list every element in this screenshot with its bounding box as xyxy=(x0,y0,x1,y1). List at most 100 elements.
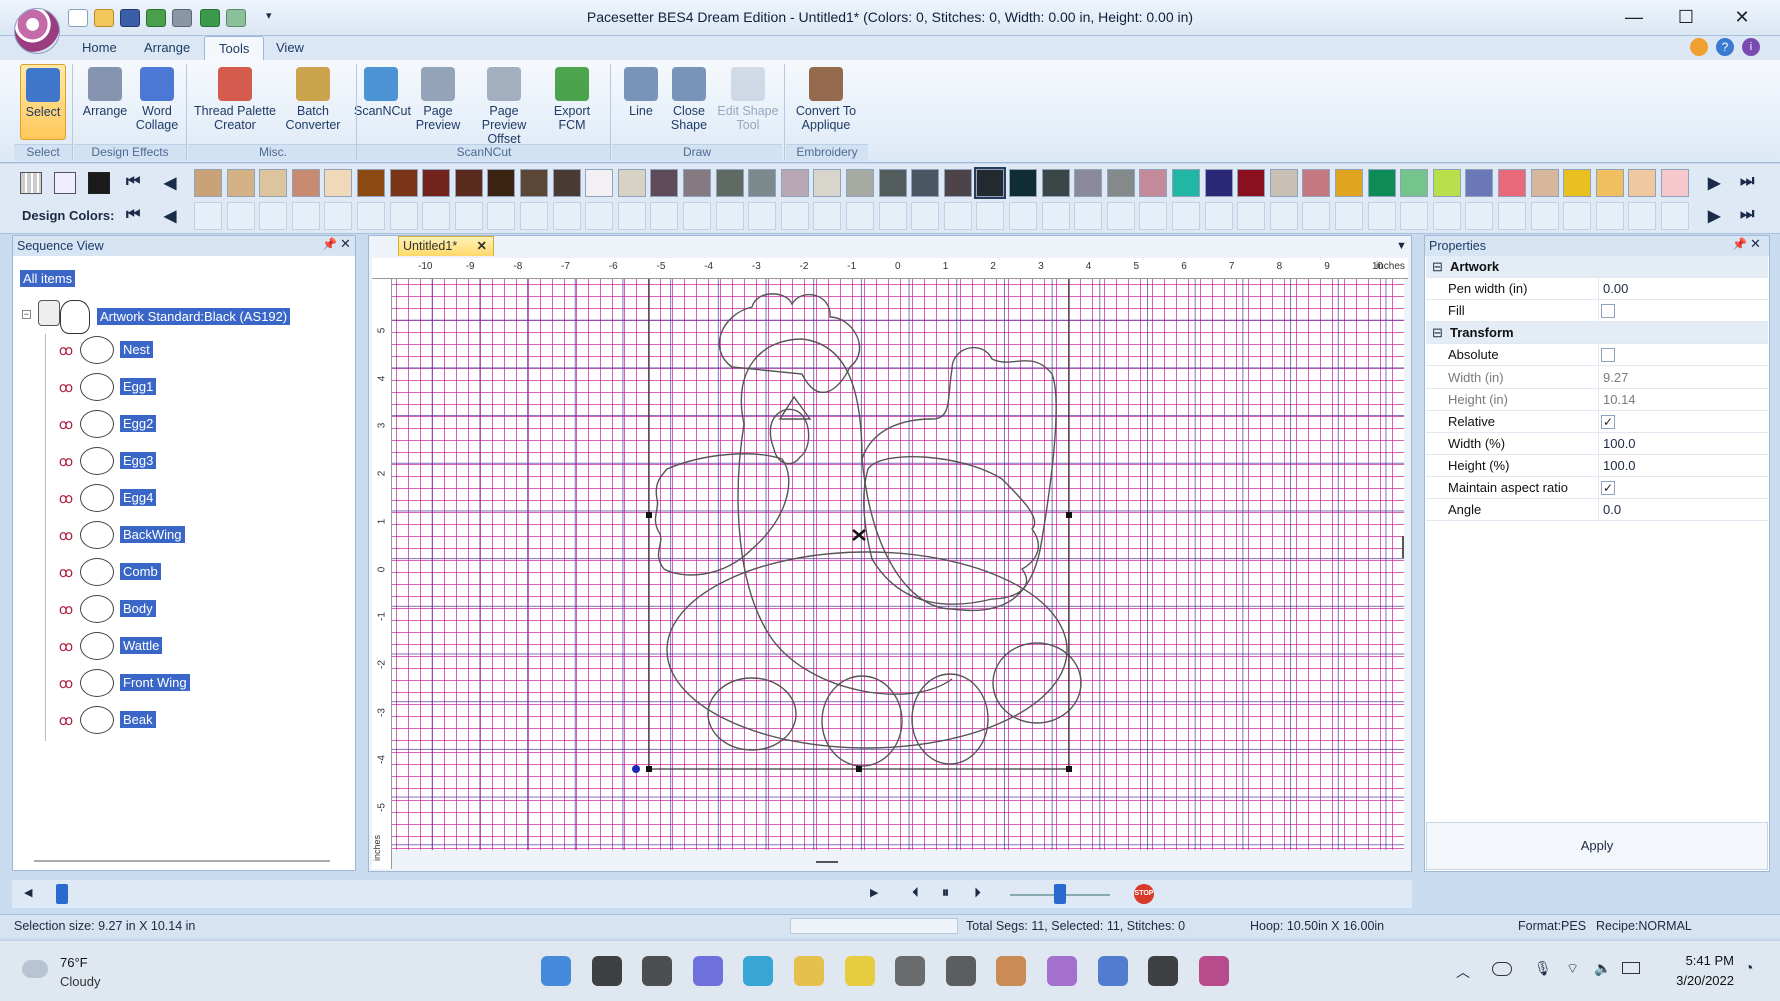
design-color-slot[interactable] xyxy=(1661,202,1689,230)
tree-item-egg4[interactable]: Egg4 xyxy=(120,489,157,506)
apply-button[interactable]: Apply xyxy=(1426,822,1768,870)
ribbon-scanncut-button[interactable]: ScanNCut xyxy=(354,64,411,142)
design-color-slot[interactable] xyxy=(976,202,1005,230)
palette-first-icon[interactable]: ⏮ xyxy=(126,173,140,191)
edge-icon[interactable] xyxy=(743,956,774,986)
calculator-icon[interactable] xyxy=(895,956,926,986)
wifi-icon[interactable]: ⌔ xyxy=(1566,960,1579,978)
tree-item-egg1[interactable]: Egg1 xyxy=(120,378,157,395)
thread-color-swatch[interactable] xyxy=(226,169,255,197)
volume-icon[interactable]: 🔈 xyxy=(1594,960,1611,977)
thread-color-swatch[interactable] xyxy=(974,167,1007,199)
thread-color-swatch[interactable] xyxy=(487,169,516,197)
design-color-slot[interactable] xyxy=(1139,202,1168,230)
thread-color-swatch[interactable] xyxy=(1400,169,1429,197)
weather-desc[interactable]: Cloudy xyxy=(60,974,100,989)
design-color-slot[interactable] xyxy=(389,202,418,230)
thread-color-swatch[interactable] xyxy=(1204,169,1233,197)
design-color-slot[interactable] xyxy=(650,202,679,230)
design-color-slot[interactable] xyxy=(259,202,288,230)
design-color-slot[interactable] xyxy=(422,202,451,230)
thread-color-swatch[interactable] xyxy=(1367,169,1396,197)
game-icon[interactable] xyxy=(945,956,976,986)
file-explorer-taskview-icon[interactable] xyxy=(642,956,673,986)
design-colors-prev-icon[interactable]: ◀ xyxy=(164,206,176,226)
thread-color-swatch[interactable] xyxy=(324,169,353,197)
pin-icon[interactable]: 📌 xyxy=(322,237,337,251)
document-menu-chevron-icon[interactable]: ▼ xyxy=(1396,240,1407,252)
tree-item-comb[interactable]: Comb xyxy=(120,563,161,580)
close-panel-icon[interactable]: ✕ xyxy=(340,236,351,252)
ribbon-thread-palette-creator-button[interactable]: Thread Palette Creator xyxy=(194,64,276,142)
tree-item-wattle[interactable]: Wattle xyxy=(120,637,163,654)
help-icon[interactable]: ? xyxy=(1716,38,1734,56)
thread-color-swatch[interactable] xyxy=(1172,169,1200,197)
palette-grid-icon[interactable] xyxy=(20,172,42,194)
ribbon-export-fcm-button[interactable]: Export FCM xyxy=(546,64,598,142)
tree-collapse-icon[interactable]: − xyxy=(22,310,31,319)
design-color-slot[interactable] xyxy=(1498,202,1526,230)
design-color-slot[interactable] xyxy=(552,202,581,230)
palette-next-icon[interactable]: ▶ xyxy=(1708,173,1720,193)
thread-color-swatch[interactable] xyxy=(585,169,614,197)
design-color-slot[interactable] xyxy=(943,202,972,230)
canvas-vscroll-thumb[interactable] xyxy=(1402,536,1404,558)
thread-color-swatch[interactable] xyxy=(1498,169,1526,197)
property-value[interactable]: 0.0 xyxy=(1598,499,1766,522)
thread-color-swatch[interactable] xyxy=(552,169,581,197)
design-color-slot[interactable] xyxy=(748,202,777,230)
clock-date[interactable]: 3/20/2022 xyxy=(1654,973,1734,988)
zoom-color-icon[interactable] xyxy=(54,172,76,194)
design-color-slot[interactable] xyxy=(780,202,809,230)
thread-color-swatch[interactable] xyxy=(1432,169,1461,197)
thread-color-swatch[interactable] xyxy=(846,169,874,197)
property-value[interactable]: 100.0 xyxy=(1598,432,1766,455)
weather-temp[interactable]: 76°F xyxy=(60,955,88,970)
design-color-slot[interactable] xyxy=(1106,202,1135,230)
stop-icon[interactable]: STOP xyxy=(1134,884,1154,904)
thread-color-swatch[interactable] xyxy=(291,169,320,197)
tree-item-backwing[interactable]: BackWing xyxy=(120,526,185,543)
thread-color-swatch[interactable] xyxy=(650,169,679,197)
scroll-right-icon[interactable]: ▶ xyxy=(870,886,878,899)
play-icon[interactable]: ⏵ xyxy=(974,884,981,901)
thread-color-swatch[interactable] xyxy=(1074,169,1103,197)
property-value[interactable]: 0.00 xyxy=(1598,278,1766,301)
thread-color-swatch[interactable] xyxy=(422,169,451,197)
thread-color-swatch[interactable] xyxy=(1302,169,1331,197)
palette-prev-icon[interactable]: ◀ xyxy=(164,173,176,193)
thread-color-swatch[interactable] xyxy=(715,169,744,197)
minimize-button[interactable]: — xyxy=(1612,4,1656,30)
chat-icon[interactable] xyxy=(692,956,723,986)
clock-time[interactable]: 5:41 PM xyxy=(1654,953,1734,968)
document-tab[interactable]: Untitled1* ✕ xyxy=(398,236,494,256)
design-color-slot[interactable] xyxy=(878,202,907,230)
notification-bell-icon[interactable]: ◔ xyxy=(1744,960,1754,978)
thread-color-swatch[interactable] xyxy=(780,169,809,197)
design-color-slot[interactable] xyxy=(1335,202,1363,230)
thread-color-swatch[interactable] xyxy=(1269,169,1298,197)
notes-icon[interactable] xyxy=(844,956,875,986)
design-color-slot[interactable] xyxy=(1204,202,1233,230)
palette-last-icon[interactable]: ⏭ xyxy=(1740,173,1754,191)
windows-start-icon[interactable] xyxy=(541,956,571,986)
design-color-slot[interactable] xyxy=(291,202,320,230)
speed-slider-thumb[interactable] xyxy=(1054,884,1066,904)
tray-chevron-icon[interactable]: ︿ xyxy=(1456,962,1470,982)
design-color-slot[interactable] xyxy=(1269,202,1298,230)
collapse-icon[interactable]: ⊟ xyxy=(1432,322,1443,344)
ribbon-close-shape-button[interactable]: Close Shape xyxy=(662,64,716,142)
thread-color-swatch[interactable] xyxy=(943,169,972,197)
sequence-scrollbar[interactable] xyxy=(34,860,330,862)
design-color-slot[interactable] xyxy=(617,202,646,230)
thread-color-swatch[interactable] xyxy=(878,169,907,197)
design-colors-last-icon[interactable]: ⏭ xyxy=(1740,206,1754,224)
property-checkbox[interactable]: ✓ xyxy=(1601,481,1615,495)
design-colors-first-icon[interactable]: ⏮ xyxy=(126,206,140,224)
thread-color-swatch[interactable] xyxy=(1465,169,1494,197)
design-color-slot[interactable] xyxy=(487,202,516,230)
design-color-slot[interactable] xyxy=(454,202,483,230)
step-back-icon[interactable]: ⏴ xyxy=(912,884,919,901)
ribbon-arrange-button[interactable]: Arrange xyxy=(78,64,132,142)
close-tab-icon[interactable]: ✕ xyxy=(477,237,487,256)
